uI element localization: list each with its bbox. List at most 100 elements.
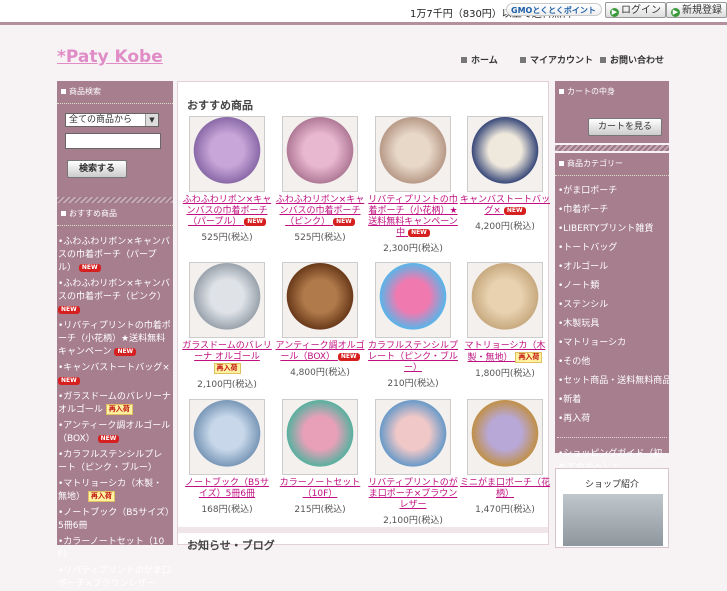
product-name-link[interactable]: ノートブック（B5サイズ）5冊6冊	[181, 478, 273, 500]
product-card: カラーノートセット（10F） 215円(税込)	[274, 399, 366, 515]
product-name-link[interactable]: リバティプリントのがま口ポーチ×ブラウンレザー	[367, 478, 459, 511]
cart-box: カートの中身 カートを見る	[555, 81, 669, 143]
product-price: 215円(税込)	[294, 505, 346, 515]
new-badge: NEW	[244, 218, 267, 226]
product-price: 1,470円(税込)	[475, 505, 535, 515]
register-button[interactable]: ▶ 新規登録	[666, 2, 727, 18]
shop-building-photo	[563, 494, 663, 546]
product-name-link[interactable]: ふわふわリボン×キャンバスの巾着ポーチ（パープル） NEW	[181, 195, 273, 228]
product-image[interactable]	[282, 116, 358, 192]
product-name-link[interactable]: マトリョーシカ（木製・無地） 再入荷	[459, 341, 551, 364]
category-link[interactable]: •新着	[555, 391, 669, 410]
product-name-link[interactable]: ふわふわリボン×キャンバスの巾着ポーチ（ピンク） NEW	[274, 195, 366, 228]
search-input[interactable]	[65, 133, 161, 149]
nav-my-account[interactable]: マイアカウント	[520, 53, 593, 66]
category-link[interactable]: •木製玩具	[555, 315, 669, 334]
recommend-item[interactable]: •ガラスドームのバレリーナ オルゴール 再入荷	[58, 391, 171, 417]
category-link[interactable]: •トートバッグ	[555, 239, 669, 258]
product-image[interactable]	[282, 262, 358, 338]
nav-label: ホーム	[471, 56, 498, 66]
recommend-item[interactable]: •リバティプリントのがま口ポーチ×ブラウンレザー	[58, 565, 171, 591]
category-link[interactable]: •再入荷	[555, 410, 669, 429]
product-card: リバティプリントの巾着ポーチ（小花柄）★送料無料キャンペーン中 NEW 2,300…	[367, 116, 459, 254]
product-name-link[interactable]: カラフルステンシルプレート（ピンク・ブルー）	[367, 341, 459, 374]
category-link[interactable]: •ノート類	[555, 277, 669, 296]
product-price: 525円(税込)	[294, 233, 346, 243]
gmo-point-banner[interactable]: GMOとくとくポイント	[506, 3, 602, 16]
category-link[interactable]: •がま口ポーチ	[555, 182, 669, 201]
new-badge: NEW	[337, 353, 360, 361]
recommend-item[interactable]: •キャンバストートバッグ× NEW	[58, 362, 171, 388]
new-badge: NEW	[333, 218, 355, 226]
product-image[interactable]	[189, 262, 265, 338]
product-name-link[interactable]: カラーノートセット（10F）	[274, 478, 366, 500]
product-name-link[interactable]: ガラスドームのバレリーナ オルゴール 再入荷	[181, 341, 273, 375]
search-button[interactable]: 検索する	[67, 160, 127, 178]
category-link[interactable]: •ステンシル	[555, 296, 669, 315]
register-label: 新規登録	[682, 5, 722, 16]
category-link[interactable]: •オルゴール	[555, 258, 669, 277]
category-link[interactable]: •マトリョーシカ	[555, 334, 669, 353]
divider	[557, 437, 667, 439]
recommend-item[interactable]: •ふわふわリボン×キャンバスの巾着ポーチ（パープル） NEW	[58, 236, 171, 275]
recommend-item[interactable]: •マトリョーシカ（木製・無地） 再入荷	[58, 478, 171, 504]
recommend-item[interactable]: •ノートブック（B5サイズ）5冊6冊	[58, 507, 171, 533]
recommend-item-label: •リバティプリントのがま口ポーチ×ブラウンレザー	[58, 566, 171, 589]
square-icon	[61, 211, 66, 216]
product-name-link[interactable]: キャンバストートバッグ× NEW	[459, 195, 551, 217]
product-name: ノートブック（B5サイズ）5冊6冊	[185, 478, 269, 499]
recommend-item[interactable]: •ふわふわリボン×キャンバスの巾着ポーチ（ピンク） NEW	[58, 278, 171, 317]
product-card: ノートブック（B5サイズ）5冊6冊 168円(税込)	[181, 399, 273, 515]
product-name-link[interactable]: アンティーク調オルゴール（BOX） NEW	[274, 341, 366, 363]
recommend-item-label: •ノートブック（B5サイズ）5冊6冊	[58, 508, 170, 531]
product-card: マトリョーシカ（木製・無地） 再入荷 1,800円(税込)	[459, 262, 551, 379]
next-section-title: お知らせ・ブログ	[187, 539, 275, 552]
recommend-item[interactable]: •カラーノートセット（10F）	[58, 536, 171, 562]
view-cart-button[interactable]: カートを見る	[588, 118, 662, 136]
product-price: 210円(税込)	[387, 379, 439, 389]
square-icon	[600, 57, 606, 63]
product-image[interactable]	[375, 116, 451, 192]
new-badge: NEW	[97, 435, 120, 443]
category-link[interactable]: •巾着ポーチ	[555, 201, 669, 220]
category-box: 商品カテゴリー •がま口ポーチ •巾着ポーチ •LIBERTYプリント雑貨 •トートバ…	[555, 153, 669, 535]
login-label: ログイン	[621, 5, 661, 16]
recommend-item-label: •キャンバストートバッグ×	[58, 363, 170, 373]
product-image[interactable]	[189, 399, 265, 475]
product-name-link[interactable]: リバティプリントの巾着ポーチ（小花柄）★送料無料キャンペーン中 NEW	[367, 195, 459, 239]
category-select[interactable]: 全ての商品から ▼	[65, 113, 159, 127]
left-sidebar: 商品検索 全ての商品から ▼ 検索する おすすめ商品 •ふわふわリボン×キャンバス…	[57, 81, 173, 589]
product-image[interactable]	[467, 399, 543, 475]
product-image[interactable]	[467, 262, 543, 338]
nav-label: お問い合わせ	[610, 56, 665, 66]
category-link[interactable]: •その他	[555, 353, 669, 372]
category-title-label: 商品カテゴリー	[567, 159, 623, 168]
nav-home[interactable]: ホーム	[461, 53, 498, 66]
product-image[interactable]	[375, 262, 451, 338]
product-image[interactable]	[189, 116, 265, 192]
product-card: ふわふわリボン×キャンバスの巾着ポーチ（ピンク） NEW 525円(税込)	[274, 116, 366, 243]
nav-contact[interactable]: お問い合わせ	[600, 53, 664, 66]
site-logo[interactable]: *Paty Kobe	[57, 47, 163, 67]
product-card: アンティーク調オルゴール（BOX） NEW 4,800円(税込)	[274, 262, 366, 378]
product-image[interactable]	[467, 116, 543, 192]
login-button[interactable]: ▶ ログイン	[605, 2, 666, 18]
recommend-item[interactable]: •アンティーク調オルゴール（BOX） NEW	[58, 420, 171, 446]
product-image[interactable]	[375, 399, 451, 475]
new-badge: NEW	[503, 207, 526, 215]
recommend-box-title: おすすめ商品	[57, 203, 173, 226]
product-name: ミニがま口ポーチ（花柄）	[459, 478, 550, 499]
recommend-item[interactable]: •リバティプリントの巾着ポーチ（小花柄）★送料無料キャンペーン NEW	[58, 320, 171, 359]
product-image[interactable]	[282, 399, 358, 475]
next-section: お知らせ・ブログ	[178, 527, 548, 552]
top-bar: 1万7千円（830円）以上で送料無料 GMOとくとくポイント ▶ ログイン ▶ 新規…	[0, 0, 727, 25]
recommend-item[interactable]: •カラフルステンシルプレート（ピンク・ブルー）	[58, 449, 171, 475]
new-badge: NEW	[58, 377, 80, 385]
square-icon	[559, 161, 564, 166]
category-box-title: 商品カテゴリー	[555, 153, 669, 176]
shop-intro-title: ショップ紹介	[584, 480, 639, 490]
recommend-item-label: •ふわふわリボン×キャンバスの巾着ポーチ（ピンク）	[58, 279, 170, 302]
category-link[interactable]: •セット商品・送料無料商品	[555, 372, 669, 391]
product-name-link[interactable]: ミニがま口ポーチ（花柄）	[459, 478, 551, 500]
category-link[interactable]: •LIBERTYプリント雑貨	[555, 220, 669, 239]
